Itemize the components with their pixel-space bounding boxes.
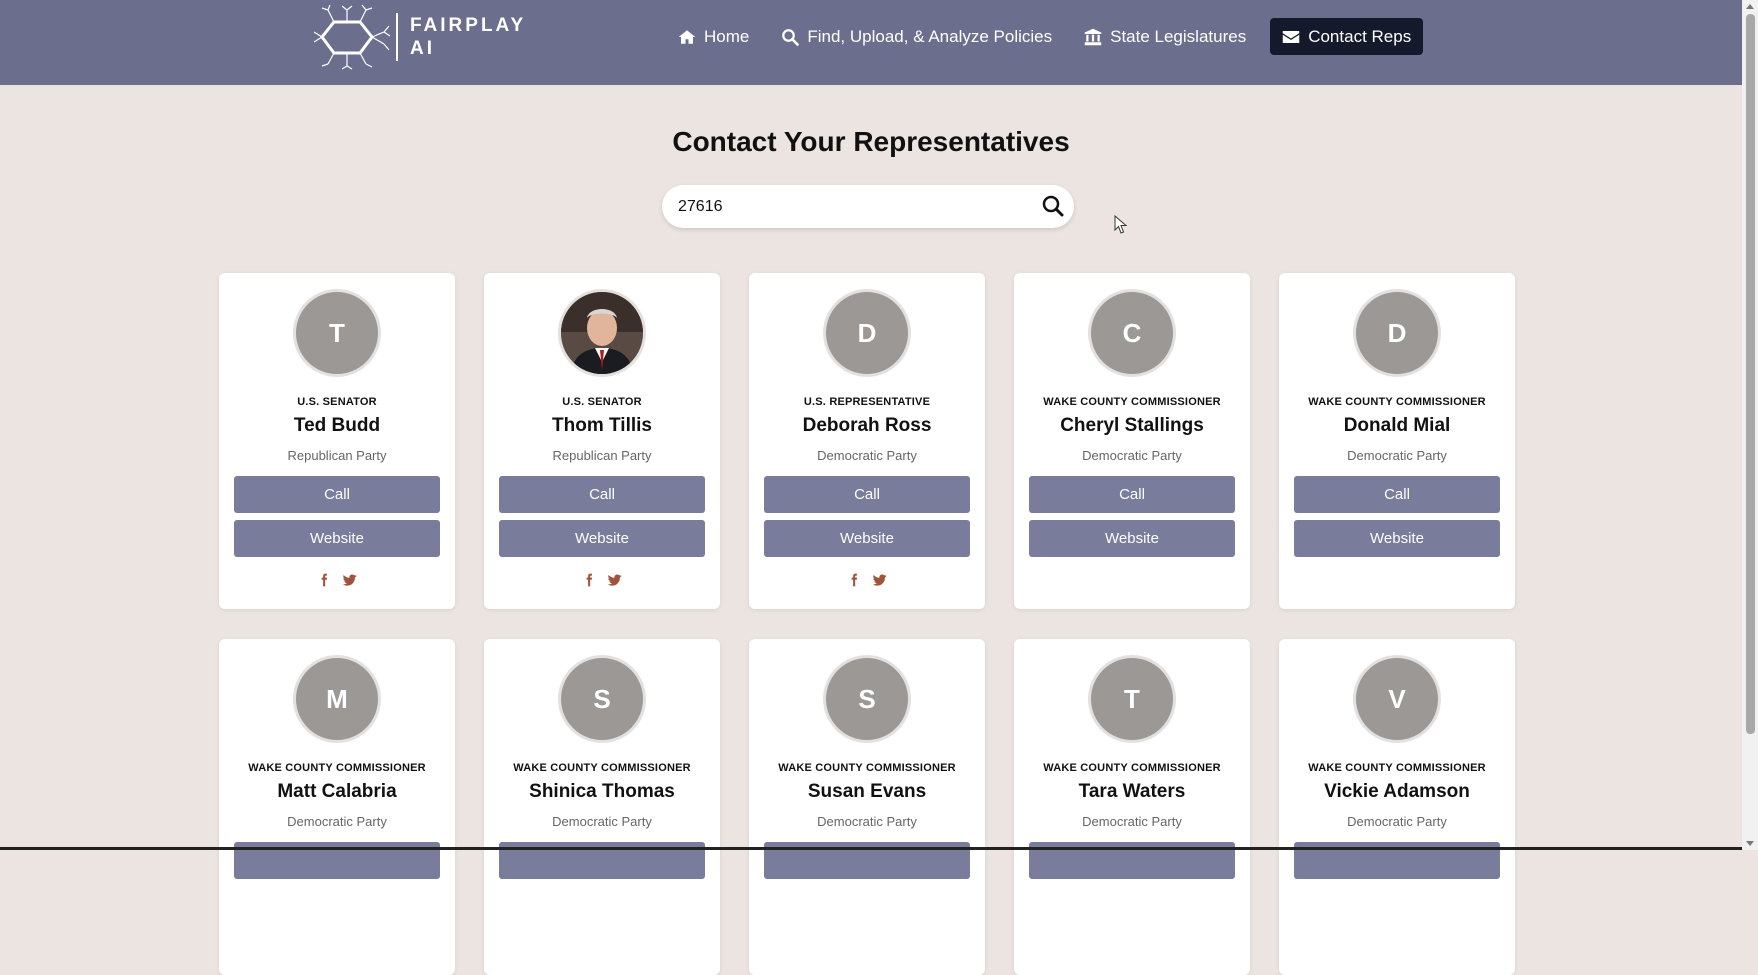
envelope-icon xyxy=(1282,30,1300,43)
avatar: T xyxy=(1088,655,1176,743)
call-button[interactable]: Call xyxy=(234,476,440,513)
scroll-down-arrow-icon[interactable] xyxy=(1746,841,1754,846)
rep-card: T U.S. Senator Ted Budd Republican Party… xyxy=(219,273,455,609)
logo-divider xyxy=(396,13,398,61)
rep-name: Vickie Adamson xyxy=(1324,781,1470,802)
rep-name: Deborah Ross xyxy=(802,415,932,436)
rep-name: Cheryl Stallings xyxy=(1060,415,1204,436)
website-button[interactable]: Website xyxy=(499,520,705,557)
rep-party: Democratic Party xyxy=(1082,814,1182,829)
home-icon xyxy=(678,29,696,44)
rep-name: Thom Tillis xyxy=(552,415,652,436)
mouse-cursor-icon xyxy=(1114,215,1128,234)
rep-party: Republican Party xyxy=(552,448,652,463)
nav-legislatures-label: State Legislatures xyxy=(1110,26,1247,46)
nav-links: Home Find, Upload, & Analyze Policies St… xyxy=(666,18,1431,55)
scrollbar-thumb[interactable] xyxy=(1746,14,1755,734)
website-button[interactable]: Website xyxy=(1029,520,1235,557)
nav-home-label: Home xyxy=(704,26,750,46)
rep-role: U.S. Senator xyxy=(297,396,377,408)
rep-role: Wake County Commissioner xyxy=(1308,762,1486,774)
social-links xyxy=(484,573,720,589)
rep-card: T Wake County Commissioner Tara Waters D… xyxy=(1014,639,1250,975)
call-button[interactable]: Call xyxy=(1294,476,1500,513)
website-button[interactable]: Website xyxy=(764,520,970,557)
nav-legislatures-link[interactable]: State Legislatures xyxy=(1072,18,1258,55)
call-button[interactable]: Call xyxy=(1029,476,1235,513)
building-icon xyxy=(1084,28,1102,45)
twitter-icon[interactable] xyxy=(873,573,887,587)
rep-role: Wake County Commissioner xyxy=(513,762,691,774)
rep-card: U.S. Senator Thom Tillis Republican Part… xyxy=(484,273,720,609)
avatar-photo xyxy=(558,289,646,377)
logo-line-1: FAIRPLAY xyxy=(410,15,527,36)
avatar: M xyxy=(293,655,381,743)
facebook-icon[interactable] xyxy=(847,573,861,587)
social-links xyxy=(749,573,985,589)
search-icon[interactable] xyxy=(1040,193,1066,219)
avatar: V xyxy=(1353,655,1441,743)
rep-role: Wake County Commissioner xyxy=(1308,396,1486,408)
rep-card: S Wake County Commissioner Susan Evans D… xyxy=(749,639,985,975)
rep-name: Tara Waters xyxy=(1078,781,1186,802)
facebook-icon[interactable] xyxy=(582,573,596,587)
rep-card: D Wake County Commissioner Donald Mial D… xyxy=(1279,273,1515,609)
nav-policies-link[interactable]: Find, Upload, & Analyze Policies xyxy=(769,18,1064,55)
rep-party: Democratic Party xyxy=(817,814,917,829)
rep-card: V Wake County Commissioner Vickie Adamso… xyxy=(1279,639,1515,975)
rep-party: Democratic Party xyxy=(1347,814,1447,829)
rep-card: D U.S. Representative Deborah Ross Democ… xyxy=(749,273,985,609)
rep-role: Wake County Commissioner xyxy=(778,762,956,774)
page-title: Contact Your Representatives xyxy=(672,126,1070,157)
zip-search-input[interactable] xyxy=(676,195,1020,219)
twitter-icon[interactable] xyxy=(608,573,622,587)
twitter-icon[interactable] xyxy=(343,573,357,587)
call-button[interactable]: Call xyxy=(499,476,705,513)
zip-search-box xyxy=(662,185,1074,228)
rep-role: Wake County Commissioner xyxy=(248,762,426,774)
call-button[interactable]: Call xyxy=(764,476,970,513)
representatives-grid: T U.S. Senator Ted Budd Republican Party… xyxy=(219,273,1519,975)
search-icon xyxy=(782,28,800,46)
rep-card: S Wake County Commissioner Shinica Thoma… xyxy=(484,639,720,975)
hexagon-network-icon xyxy=(313,4,391,70)
rep-party: Democratic Party xyxy=(1082,448,1182,463)
rep-role: Wake County Commissioner xyxy=(1043,762,1221,774)
avatar: T xyxy=(293,289,381,377)
nav-home-link[interactable]: Home xyxy=(666,18,761,55)
rep-name: Matt Calabria xyxy=(277,781,397,802)
rep-card: M Wake County Commissioner Matt Calabria… xyxy=(219,639,455,975)
rep-role: Wake County Commissioner xyxy=(1043,396,1221,408)
social-links xyxy=(219,573,455,589)
top-navbar: FAIRPLAY AI Home Find, Upload, & Analyze… xyxy=(0,0,1742,85)
rep-name: Shinica Thomas xyxy=(529,781,675,802)
website-button[interactable]: Website xyxy=(234,520,440,557)
nav-contact-reps-label: Contact Reps xyxy=(1308,26,1412,46)
avatar: D xyxy=(823,289,911,377)
rep-name: Donald Mial xyxy=(1343,415,1451,436)
fairplay-logo[interactable]: FAIRPLAY AI xyxy=(312,4,526,70)
rep-party: Democratic Party xyxy=(552,814,652,829)
rep-party: Republican Party xyxy=(287,448,387,463)
rep-role: U.S. Representative xyxy=(803,396,931,408)
scroll-up-arrow-icon[interactable] xyxy=(1746,4,1754,9)
scrollbar[interactable] xyxy=(1742,0,1758,850)
avatar: C xyxy=(1088,289,1176,377)
logo-line-2: AI xyxy=(410,38,435,59)
facebook-icon[interactable] xyxy=(317,573,331,587)
avatar: S xyxy=(558,655,646,743)
rep-name: Ted Budd xyxy=(293,415,381,436)
nav-policies-label: Find, Upload, & Analyze Policies xyxy=(807,26,1053,46)
rep-party: Democratic Party xyxy=(817,448,917,463)
website-button[interactable]: Website xyxy=(1294,520,1500,557)
rep-name: Susan Evans xyxy=(807,781,927,802)
rep-role: U.S. Senator xyxy=(562,396,642,408)
avatar: S xyxy=(823,655,911,743)
rep-party: Democratic Party xyxy=(287,814,387,829)
rep-party: Democratic Party xyxy=(1347,448,1447,463)
nav-contact-reps-link[interactable]: Contact Reps xyxy=(1270,18,1424,55)
avatar: D xyxy=(1353,289,1441,377)
rep-card: C Wake County Commissioner Cheryl Stalli… xyxy=(1014,273,1250,609)
logo-text: FAIRPLAY AI xyxy=(410,14,526,60)
